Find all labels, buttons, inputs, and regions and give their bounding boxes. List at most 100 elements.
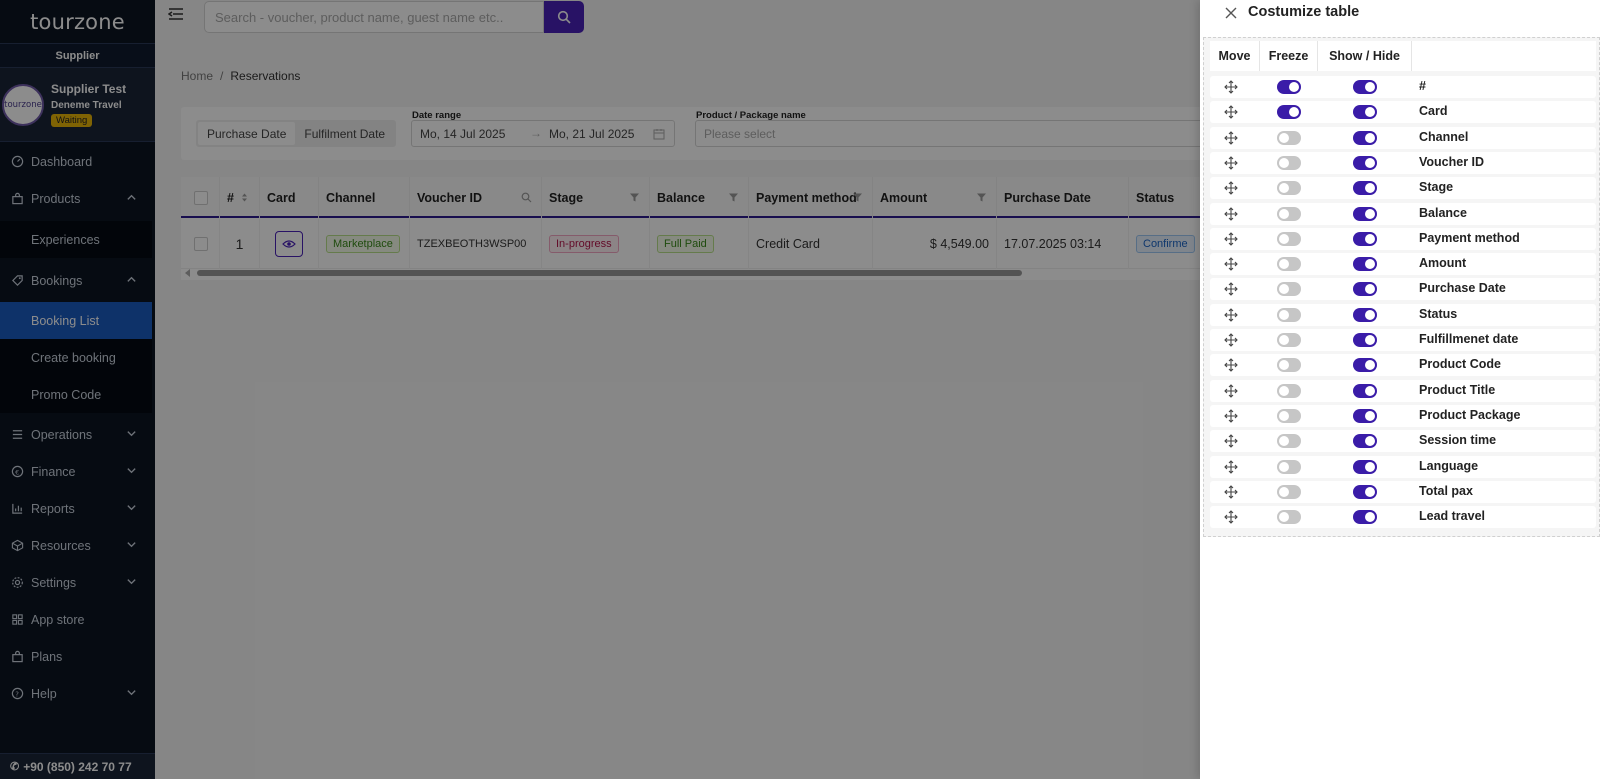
- freeze-toggle[interactable]: [1277, 155, 1301, 170]
- show-toggle[interactable]: [1353, 206, 1377, 221]
- drag-handle-icon[interactable]: [1224, 206, 1238, 221]
- close-icon[interactable]: [1224, 6, 1238, 20]
- drag-handle-icon[interactable]: [1224, 358, 1238, 373]
- column-row: Product Code: [1210, 354, 1596, 377]
- freeze-toggle[interactable]: [1277, 231, 1301, 246]
- column-label: Amount: [1419, 256, 1467, 271]
- column-row: Stage: [1210, 177, 1596, 200]
- drag-handle-icon[interactable]: [1224, 181, 1238, 195]
- show-toggle[interactable]: [1353, 510, 1377, 525]
- column-label: Session time: [1419, 433, 1497, 448]
- column-label: Channel: [1419, 129, 1469, 144]
- column-label: Lead travel: [1419, 509, 1486, 524]
- show-toggle[interactable]: [1353, 257, 1377, 272]
- freeze-toggle[interactable]: [1277, 459, 1301, 474]
- column-row: Amount: [1210, 253, 1596, 276]
- drag-handle-icon[interactable]: [1224, 434, 1238, 448]
- freeze-toggle[interactable]: [1277, 206, 1301, 221]
- drag-handle-icon[interactable]: [1224, 333, 1238, 347]
- drawer-title: Costumize table: [1248, 4, 1360, 20]
- show-toggle[interactable]: [1353, 383, 1377, 398]
- column-row: Fulfillmenet date: [1210, 329, 1596, 351]
- column-label: Status: [1419, 306, 1458, 321]
- freeze-toggle[interactable]: [1277, 257, 1301, 272]
- show-toggle[interactable]: [1353, 484, 1377, 499]
- show-toggle[interactable]: [1353, 130, 1377, 145]
- customize-table-drawer: Costumize table Move Freeze Show / Hide …: [1200, 0, 1600, 779]
- freeze-toggle[interactable]: [1277, 80, 1301, 94]
- drag-handle-icon[interactable]: [1224, 307, 1238, 322]
- show-toggle[interactable]: [1353, 408, 1377, 423]
- drag-handle-icon[interactable]: [1224, 485, 1238, 499]
- column-label: Purchase Date: [1419, 281, 1506, 296]
- column-label: Language: [1419, 458, 1479, 473]
- column-row: Purchase Date: [1210, 278, 1596, 301]
- drag-handle-icon[interactable]: [1224, 409, 1238, 423]
- columns-list: Move Freeze Show / Hide # Card Channel Vouc…: [1203, 37, 1600, 537]
- column-row: Language: [1210, 455, 1596, 478]
- column-label: Card: [1419, 104, 1448, 119]
- drag-handle-icon[interactable]: [1224, 80, 1238, 94]
- drag-handle-icon[interactable]: [1224, 232, 1238, 246]
- show-toggle[interactable]: [1353, 181, 1377, 196]
- show-toggle[interactable]: [1353, 459, 1377, 474]
- freeze-toggle[interactable]: [1277, 130, 1301, 145]
- column-label: Total pax: [1419, 483, 1473, 498]
- drag-handle-icon[interactable]: [1224, 130, 1238, 145]
- column-row: Status: [1210, 303, 1596, 326]
- drawer-header: Costumize table: [1200, 0, 1600, 30]
- freeze-toggle[interactable]: [1277, 383, 1301, 398]
- freeze-toggle[interactable]: [1277, 510, 1301, 525]
- header-freeze: Freeze: [1260, 41, 1318, 71]
- drag-handle-icon[interactable]: [1224, 257, 1238, 271]
- column-row: Total pax: [1210, 480, 1596, 503]
- column-row: Voucher ID: [1210, 151, 1596, 174]
- show-toggle[interactable]: [1353, 155, 1377, 170]
- drag-handle-icon[interactable]: [1224, 383, 1238, 398]
- column-label: Product Code: [1419, 357, 1501, 372]
- column-row: Balance: [1210, 202, 1596, 225]
- column-label: Payment method: [1419, 230, 1520, 245]
- modal-overlay[interactable]: [0, 0, 1200, 779]
- column-label: Balance: [1419, 205, 1467, 220]
- show-toggle[interactable]: [1353, 231, 1377, 246]
- drag-handle-icon[interactable]: [1224, 156, 1238, 170]
- header-show-hide: Show / Hide: [1318, 41, 1412, 71]
- show-toggle[interactable]: [1353, 333, 1377, 347]
- column-row: Payment method: [1210, 227, 1596, 250]
- column-label: Voucher ID: [1419, 154, 1485, 169]
- column-label: Product Title: [1419, 382, 1496, 397]
- column-row: Session time: [1210, 430, 1596, 453]
- column-label: Product Package: [1419, 407, 1521, 422]
- drag-handle-icon[interactable]: [1224, 510, 1238, 524]
- freeze-toggle[interactable]: [1277, 181, 1301, 196]
- show-toggle[interactable]: [1353, 282, 1377, 297]
- drag-handle-icon[interactable]: [1224, 105, 1238, 120]
- column-label: Fulfillmenet date: [1419, 332, 1519, 346]
- column-label: #: [1419, 79, 1426, 93]
- show-toggle[interactable]: [1353, 434, 1377, 449]
- show-toggle[interactable]: [1353, 80, 1377, 94]
- drag-handle-icon[interactable]: [1224, 459, 1238, 474]
- header-move: Move: [1210, 41, 1260, 71]
- column-row: Channel: [1210, 126, 1596, 149]
- freeze-toggle[interactable]: [1277, 408, 1301, 423]
- drag-handle-icon[interactable]: [1224, 282, 1238, 297]
- show-toggle[interactable]: [1353, 358, 1377, 373]
- column-row: Lead travel: [1210, 506, 1596, 529]
- column-row: Card: [1210, 101, 1596, 124]
- columns-header: Move Freeze Show / Hide: [1210, 41, 1596, 71]
- freeze-toggle[interactable]: [1277, 307, 1301, 322]
- freeze-toggle[interactable]: [1277, 105, 1301, 120]
- show-toggle[interactable]: [1353, 105, 1377, 120]
- column-row: Product Package: [1210, 404, 1596, 427]
- freeze-toggle[interactable]: [1277, 484, 1301, 499]
- freeze-toggle[interactable]: [1277, 434, 1301, 449]
- freeze-toggle[interactable]: [1277, 358, 1301, 373]
- show-toggle[interactable]: [1353, 307, 1377, 322]
- freeze-toggle[interactable]: [1277, 282, 1301, 297]
- column-row: Product Title: [1210, 379, 1596, 402]
- column-label: Stage: [1419, 180, 1454, 195]
- freeze-toggle[interactable]: [1277, 333, 1301, 347]
- column-row: #: [1210, 76, 1596, 98]
